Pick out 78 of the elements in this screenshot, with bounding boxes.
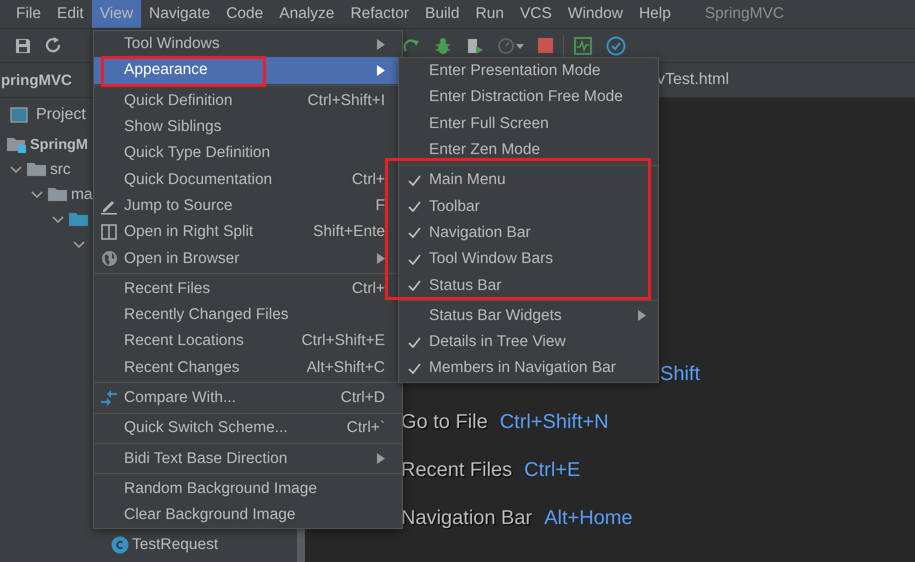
check-icon bbox=[408, 336, 420, 348]
menu-bar-item[interactable]: Run bbox=[468, 0, 512, 28]
menu-item[interactable]: Bidi Text Base Direction bbox=[94, 445, 402, 472]
menu-item[interactable]: Tool Windows bbox=[94, 31, 402, 58]
save-icon[interactable] bbox=[15, 38, 31, 54]
menu-item[interactable]: Open in Right Split Shift+Ente bbox=[94, 219, 402, 246]
menu-item[interactable]: Members in Navigation Bar bbox=[399, 355, 658, 382]
tree-item[interactable]: TestRequest bbox=[132, 536, 218, 554]
class-icon bbox=[111, 536, 129, 554]
chevron-icon bbox=[73, 240, 85, 248]
menu-item[interactable]: Main Menu bbox=[399, 167, 658, 194]
check-icon bbox=[408, 362, 420, 374]
menu-item[interactable]: Enter Full Screen bbox=[399, 110, 658, 137]
check-circle-icon[interactable] bbox=[606, 36, 626, 56]
menu-bar-item[interactable]: Refactor bbox=[342, 0, 418, 28]
shortcut-hint: Ctrl+E bbox=[524, 458, 580, 482]
shortcut-hint: Ctrl+Shift+N bbox=[500, 410, 609, 434]
menu-item[interactable]: Random Background Image bbox=[94, 476, 402, 502]
menu-item[interactable]: Clear Background Image bbox=[94, 502, 402, 528]
tree-item[interactable]: src bbox=[50, 160, 71, 178]
chevron-icon bbox=[31, 190, 43, 198]
menu-item[interactable]: Open in Browser bbox=[94, 245, 402, 272]
menu-item[interactable]: Show Siblings bbox=[94, 114, 402, 140]
breadcrumb[interactable]: pringMVC bbox=[1, 72, 94, 88]
menu-item[interactable]: Quick Switch Scheme... Ctrl+` bbox=[94, 415, 402, 442]
hint-label: Go to File bbox=[401, 410, 488, 434]
split-view-icon bbox=[101, 224, 117, 240]
menu-item[interactable]: Quick Type Definition bbox=[94, 140, 402, 166]
menu-bar-item[interactable]: Navigate bbox=[141, 0, 218, 28]
compare-arrows-icon bbox=[100, 390, 118, 406]
folder-icon bbox=[27, 162, 47, 177]
menu-item[interactable]: Details in Tree View bbox=[399, 328, 658, 356]
globe-icon bbox=[100, 250, 118, 268]
menu-item[interactable]: Quick Documentation Ctrl+ bbox=[94, 166, 402, 193]
check-icon bbox=[408, 201, 420, 212]
check-icon bbox=[408, 174, 420, 186]
tree-item[interactable]: SpringM bbox=[30, 136, 88, 152]
menu-bar-item[interactable]: Edit bbox=[48, 0, 92, 28]
hint-label: Navigation Bar bbox=[401, 506, 532, 530]
window-title: SpringMVC bbox=[704, 4, 784, 24]
menu-bar-item[interactable]: Code bbox=[218, 0, 272, 28]
panel-title[interactable]: Project bbox=[36, 106, 86, 124]
bug-icon[interactable] bbox=[434, 36, 452, 54]
menu-item[interactable]: Tool Window Bars bbox=[399, 246, 658, 272]
menu-bar-item[interactable]: Window bbox=[560, 0, 631, 28]
source-folder-icon bbox=[69, 212, 89, 227]
menu-item[interactable]: Quick Definition Ctrl+Shift+I bbox=[94, 88, 402, 114]
menu-item[interactable]: Recent Changes Alt+Shift+C bbox=[94, 354, 402, 381]
menu-item[interactable]: Navigation Bar bbox=[399, 220, 658, 246]
coverage-icon[interactable] bbox=[466, 36, 484, 54]
menu-bar-item[interactable]: Help bbox=[630, 0, 679, 28]
check-icon bbox=[408, 227, 420, 238]
menu-bar-item[interactable]: Analyze bbox=[271, 0, 342, 28]
rerun-icon[interactable] bbox=[402, 36, 420, 54]
folder-icon bbox=[48, 187, 68, 202]
hint-label: Recent Files bbox=[401, 458, 512, 482]
menu-item[interactable]: Recent Locations Ctrl+Shift+E bbox=[94, 328, 402, 355]
menu-item[interactable]: Recent Files Ctrl+ bbox=[94, 276, 402, 302]
menu-bar-item[interactable]: File bbox=[8, 0, 49, 28]
module-folder-icon bbox=[7, 136, 27, 152]
shortcut-hint: Alt+Home bbox=[544, 506, 633, 530]
profiler-icon[interactable] bbox=[498, 36, 524, 54]
chevron-icon bbox=[52, 216, 64, 224]
sync-icon[interactable] bbox=[45, 37, 62, 54]
menu-item[interactable]: Recently Changed Files bbox=[94, 302, 402, 328]
check-icon bbox=[408, 280, 420, 292]
menu-bar-item[interactable]: VCS bbox=[512, 0, 560, 28]
tree-item[interactable]: ma bbox=[71, 186, 93, 204]
menu-bar-item[interactable]: Build bbox=[417, 0, 468, 28]
activity-monitor-icon[interactable] bbox=[574, 36, 592, 54]
check-icon bbox=[408, 254, 420, 265]
menu-item[interactable]: Jump to Source F bbox=[94, 192, 402, 220]
chevron-icon bbox=[10, 166, 22, 174]
menu-item[interactable]: Compare With... Ctrl+D bbox=[94, 384, 402, 412]
shortcut-hint: Shift bbox=[660, 362, 700, 386]
menu-item[interactable]: Status Bar Widgets bbox=[399, 302, 658, 329]
menu-item[interactable]: Toolbar bbox=[399, 193, 658, 220]
window-icon bbox=[10, 107, 28, 123]
